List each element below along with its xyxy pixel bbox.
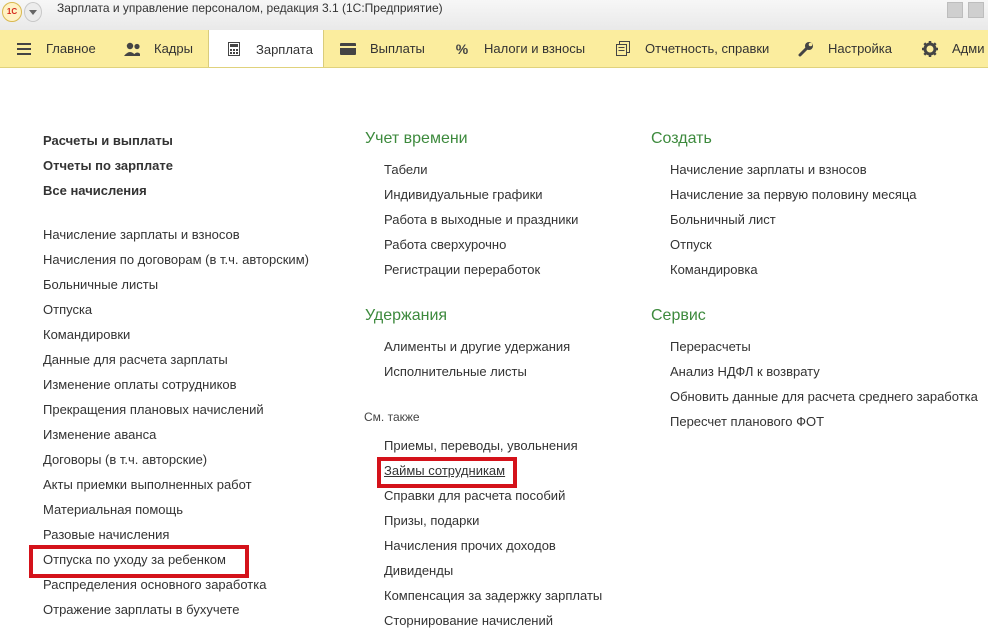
link-create-sick-leave[interactable]: Больничный лист (670, 212, 776, 227)
save-icon[interactable] (947, 2, 963, 18)
link-salary-accounting[interactable]: Отражение зарплаты в бухучете (43, 602, 239, 617)
window-control-icon[interactable] (968, 2, 984, 18)
link-ndfl-refund-analysis[interactable]: Анализ НДФЛ к возврату (670, 364, 820, 379)
link-vacations[interactable]: Отпуска (43, 302, 92, 317)
calculator-icon (226, 41, 242, 57)
link-holiday-work[interactable]: Работа в выходные и праздники (384, 212, 578, 227)
section-hr-label: Кадры (154, 41, 193, 56)
link-alimony-deductions[interactable]: Алименты и другие удержания (384, 339, 570, 354)
link-planned-payroll-recalc[interactable]: Пересчет планового ФОТ (670, 414, 824, 429)
group-header-service: Сервис (651, 307, 706, 324)
users-icon (124, 41, 140, 57)
documents-icon (615, 41, 631, 57)
link-create-business-trip[interactable]: Командировка (670, 262, 758, 277)
main-menu-dropdown-icon[interactable] (24, 2, 42, 22)
link-work-acceptance-acts[interactable]: Акты приемки выполненных работ (43, 477, 252, 492)
section-settings-label: Настройка (828, 41, 892, 56)
group-header-create: Создать (651, 130, 712, 147)
link-contracts[interactable]: Договоры (в т.ч. авторские) (43, 452, 207, 467)
link-create-vacation[interactable]: Отпуск (670, 237, 712, 252)
link-writs-of-execution[interactable]: Исполнительные листы (384, 364, 527, 379)
title-bar: 1С Зарплата и управление персоналом, ред… (0, 0, 988, 31)
link-other-income[interactable]: Начисления прочих доходов (384, 538, 556, 553)
link-salary-reports[interactable]: Отчеты по зарплате (43, 158, 173, 173)
section-main-label: Главное (46, 41, 96, 56)
group-header-deductions: Удержания (365, 307, 448, 324)
section-admin[interactable]: Адми (922, 30, 984, 67)
link-stop-planned-accruals[interactable]: Прекращения плановых начислений (43, 402, 264, 417)
section-main[interactable]: Главное (16, 30, 96, 67)
sections-panel: Главное Кадры Зарплата Выплаты % Налоги … (0, 30, 988, 68)
link-material-aid[interactable]: Материальная помощь (43, 502, 183, 517)
highlight-childcare-leave (29, 545, 249, 578)
link-hiring-transfers[interactable]: Приемы, переводы, увольнения (384, 438, 578, 453)
link-one-time-accruals[interactable]: Разовые начисления (43, 527, 169, 542)
link-create-salary-accrual[interactable]: Начисление зарплаты и взносов (670, 162, 867, 177)
section-taxes-label: Налоги и взносы (484, 41, 586, 56)
link-base-earnings-distribution[interactable]: Распределения основного заработка (43, 577, 266, 592)
highlight-employee-loans (377, 457, 517, 488)
link-prizes-gifts[interactable]: Призы, подарки (384, 513, 479, 528)
group-header-see-also: См. также (364, 410, 420, 424)
section-salary[interactable]: Зарплата (208, 30, 324, 67)
link-individual-schedules[interactable]: Индивидуальные графики (384, 187, 543, 202)
wallet-icon (340, 41, 356, 57)
link-late-salary-compensation[interactable]: Компенсация за задержку зарплаты (384, 588, 602, 603)
link-overwork-registrations[interactable]: Регистрации переработок (384, 262, 540, 277)
group-header-time-tracking: Учет времени (365, 130, 468, 147)
link-contract-accruals[interactable]: Начисления по договорам (в т.ч. авторски… (43, 252, 309, 267)
link-advance-change[interactable]: Изменение аванса (43, 427, 156, 442)
link-benefit-certificates[interactable]: Справки для расчета пособий (384, 488, 565, 503)
link-accrual-reversal[interactable]: Сторнирование начислений (384, 613, 553, 628)
app-logo[interactable]: 1С (2, 2, 22, 22)
link-overtime-work[interactable]: Работа сверхурочно (384, 237, 506, 252)
link-salary-data[interactable]: Данные для расчета зарплаты (43, 352, 228, 367)
section-salary-label: Зарплата (256, 41, 313, 57)
link-all-accruals[interactable]: Все начисления (43, 183, 147, 198)
section-hr[interactable]: Кадры (124, 30, 193, 67)
link-timesheets[interactable]: Табели (384, 162, 428, 177)
percent-icon: % (455, 40, 469, 57)
window-title: Зарплата и управление персоналом, редакц… (57, 1, 443, 15)
link-salary-accrual[interactable]: Начисление зарплаты и взносов (43, 227, 240, 242)
section-reports[interactable]: Отчетность, справки (615, 30, 769, 67)
link-calculations-payments[interactable]: Расчеты и выплаты (43, 133, 173, 148)
link-recalculations[interactable]: Перерасчеты (670, 339, 751, 354)
menu-icon (16, 41, 32, 57)
section-settings[interactable]: Настройка (798, 30, 892, 67)
window-buttons (942, 2, 984, 23)
link-business-trips[interactable]: Командировки (43, 327, 130, 342)
link-create-first-half-accrual[interactable]: Начисление за первую половину месяца (670, 187, 917, 202)
section-payments[interactable]: Выплаты (340, 30, 425, 67)
link-dividends[interactable]: Дивиденды (384, 563, 453, 578)
link-sick-leaves[interactable]: Больничные листы (43, 277, 158, 292)
gear-icon (922, 40, 938, 57)
section-admin-label: Адми (952, 41, 985, 56)
section-taxes[interactable]: % Налоги и взносы (454, 30, 585, 67)
wrench-icon (798, 41, 814, 57)
section-reports-label: Отчетность, справки (645, 41, 770, 56)
section-payments-label: Выплаты (370, 41, 425, 56)
link-update-average-earnings[interactable]: Обновить данные для расчета среднего зар… (670, 389, 978, 404)
link-pay-change[interactable]: Изменение оплаты сотрудников (43, 377, 237, 392)
